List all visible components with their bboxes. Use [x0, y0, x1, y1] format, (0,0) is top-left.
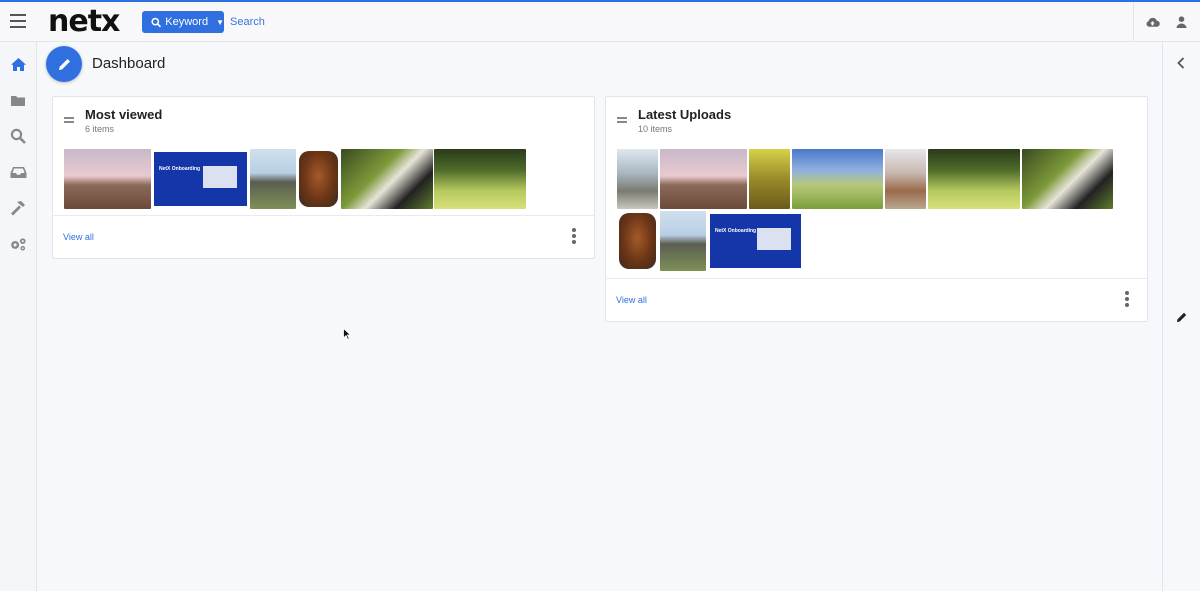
thumbnail-cows[interactable]	[660, 211, 706, 271]
thumbnail-roast[interactable]	[617, 211, 658, 271]
sidebar-item-admin[interactable]	[9, 235, 27, 253]
search-input[interactable]	[230, 12, 530, 32]
view-all-link[interactable]: View all	[616, 295, 647, 305]
thumbnail-highland-cow[interactable]	[749, 149, 790, 209]
thumbnail-longhorn[interactable]	[885, 149, 926, 209]
divider	[1133, 2, 1134, 42]
drag-handle-icon[interactable]	[617, 117, 627, 125]
thumbnail-cows-blue-sky[interactable]	[792, 149, 883, 209]
thumbnail-cow-closeup[interactable]	[1022, 149, 1113, 209]
thumbnail-roast[interactable]	[297, 149, 340, 209]
thumbnail-cow-field[interactable]	[928, 149, 1020, 209]
gears-icon	[11, 238, 26, 251]
caret-down-icon: ▼	[216, 17, 224, 27]
home-icon	[10, 57, 26, 71]
netx-logo[interactable]: netx	[48, 5, 120, 39]
search-icon	[10, 128, 26, 144]
page-title: Dashboard	[92, 55, 166, 72]
card-divider	[53, 215, 594, 216]
item-count: 6 items	[85, 124, 115, 134]
more-options-icon[interactable]	[572, 228, 576, 246]
card-title: Latest Uploads	[638, 107, 732, 122]
view-all-link[interactable]: View all	[63, 232, 94, 242]
card-divider	[606, 278, 1147, 279]
keyword-label: Keyword	[165, 16, 209, 28]
sidebar-item-home[interactable]	[9, 55, 27, 73]
card-title: Most viewed	[85, 107, 163, 122]
folder-icon	[11, 95, 25, 106]
edit-dashboard-button[interactable]	[46, 46, 82, 82]
user-icon[interactable]	[1176, 15, 1187, 33]
more-options-icon[interactable]	[1125, 291, 1129, 309]
drag-handle-icon[interactable]	[64, 117, 74, 125]
left-sidebar	[0, 42, 37, 591]
item-count: 10 items	[638, 124, 673, 134]
pencil-icon[interactable]	[1176, 310, 1188, 328]
pencil-icon	[58, 58, 70, 70]
onboarding-thumb-text: NetX Onboarding	[715, 228, 757, 234]
most-viewed-card: Most viewed 6 items NetX Onboarding View…	[52, 96, 595, 259]
thumbnail-netx-onboarding[interactable]: NetX Onboarding	[152, 149, 249, 209]
sidebar-item-search[interactable]	[9, 127, 27, 145]
hamburger-menu-icon[interactable]	[10, 14, 26, 28]
onboarding-thumb-text: NetX Onboarding	[159, 166, 201, 172]
thumbnail-cow-closeup[interactable]	[341, 149, 433, 209]
latest-uploads-card: Latest Uploads 10 items NetX Onboarding …	[605, 96, 1148, 322]
search-icon	[151, 17, 162, 27]
hammer-icon	[10, 200, 25, 215]
thumbnail-horse[interactable]	[64, 149, 151, 209]
top-bar: netx Keyword ▼	[0, 0, 1200, 42]
mouse-cursor-icon	[343, 328, 351, 340]
sidebar-item-inbox[interactable]	[9, 163, 27, 181]
thumbnail-mountains[interactable]	[617, 149, 658, 209]
thumbnail-cow-field[interactable]	[434, 149, 526, 209]
inbox-icon	[10, 166, 26, 178]
cloud-upload-icon[interactable]	[1145, 15, 1160, 33]
thumbnail-horse[interactable]	[660, 149, 747, 209]
chevron-left-icon[interactable]	[1177, 56, 1185, 74]
thumbnail-cows[interactable]	[250, 149, 296, 209]
sidebar-item-tools[interactable]	[9, 199, 27, 217]
thumbnail-netx-onboarding[interactable]: NetX Onboarding	[708, 211, 803, 271]
keyword-search-mode-button[interactable]: Keyword ▼	[142, 11, 224, 33]
right-rail	[1162, 42, 1200, 591]
sidebar-item-folders[interactable]	[9, 91, 27, 109]
